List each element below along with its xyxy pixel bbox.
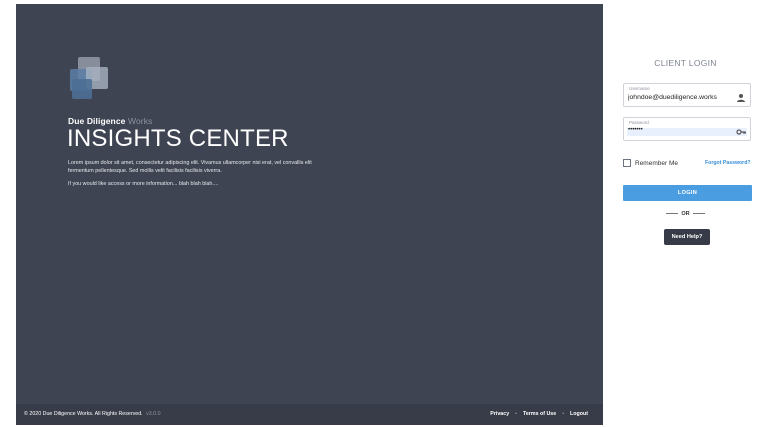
- divider-line: [666, 213, 679, 215]
- need-help-button[interactable]: Need Help?: [664, 229, 710, 245]
- login-title: CLIENT LOGIN: [654, 58, 717, 68]
- separator-dot: •: [562, 411, 565, 417]
- footer: © 2020 Due Diligence Works. All Rights R…: [16, 404, 603, 425]
- username-field[interactable]: Username: [623, 83, 751, 107]
- terms-link[interactable]: Terms of Use: [523, 411, 556, 417]
- copyright: © 2020 Due Diligence Works. All Rights R…: [24, 411, 161, 417]
- brand-panel: Due Diligence Works INSIGHTS CENTER Lore…: [16, 4, 603, 425]
- password-label: Password: [629, 120, 649, 125]
- remember-checkbox[interactable]: [623, 159, 631, 167]
- username-input[interactable]: [628, 94, 728, 101]
- username-label: Username: [629, 86, 650, 91]
- remember-me[interactable]: Remember Me: [623, 159, 678, 167]
- user-icon: [737, 94, 745, 102]
- remember-label: Remember Me: [635, 159, 678, 167]
- logo-icon: [70, 57, 108, 99]
- hero-description: Lorem ipsum dolor sit amet, consectetur …: [68, 160, 312, 174]
- login-panel: CLIENT LOGIN Username Password ••••••• R…: [603, 4, 768, 425]
- privacy-link[interactable]: Privacy: [490, 411, 509, 417]
- password-field[interactable]: Password •••••••: [623, 117, 751, 141]
- or-text: OR: [681, 211, 690, 217]
- logout-link[interactable]: Logout: [570, 411, 588, 417]
- copyright-text: © 2020 Due Diligence Works. All Rights R…: [24, 411, 143, 417]
- key-icon: [736, 129, 746, 135]
- divider-line: [692, 213, 705, 215]
- or-divider: OR: [603, 211, 768, 217]
- separator-dot: •: [515, 411, 518, 417]
- password-input[interactable]: •••••••: [628, 127, 728, 133]
- page-title: INSIGHTS CENTER: [67, 125, 289, 152]
- footer-links: Privacy • Terms of Use • Logout: [490, 411, 588, 417]
- login-button[interactable]: LOGIN: [623, 185, 752, 201]
- version-label: v3.0.0: [146, 411, 161, 417]
- forgot-password-link[interactable]: Forgot Password?: [705, 160, 751, 166]
- access-text: If you would like access or more informa…: [68, 181, 219, 187]
